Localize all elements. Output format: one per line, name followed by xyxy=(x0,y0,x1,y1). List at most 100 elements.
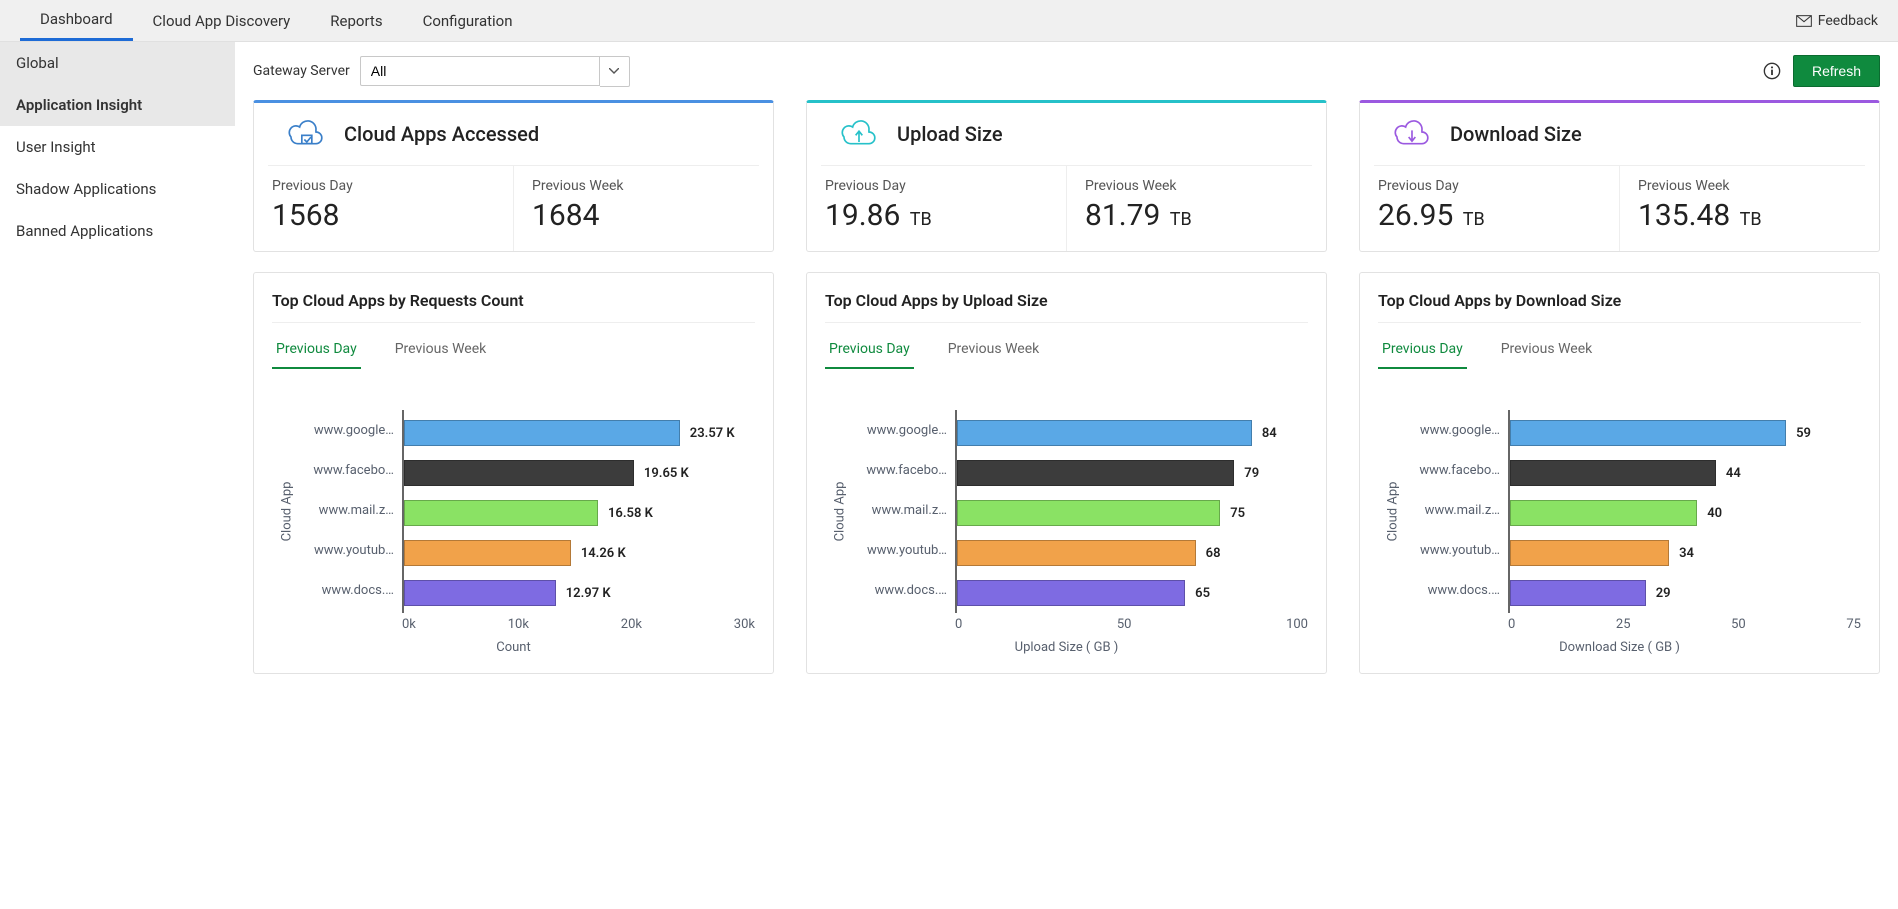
sidebar-item-banned-applications[interactable]: Banned Applications xyxy=(0,210,235,252)
chart-title: Top Cloud Apps by Requests Count xyxy=(272,291,755,323)
stat-value: 135.48 TB xyxy=(1638,198,1861,233)
sidebar-item-application-insight[interactable]: Application Insight xyxy=(0,84,235,126)
bar-row: 79 xyxy=(957,453,1308,493)
tick: 0k xyxy=(402,617,416,632)
bar[interactable] xyxy=(957,460,1234,486)
bar-value: 23.57 K xyxy=(690,426,735,441)
stat-card-title: Cloud Apps Accessed xyxy=(344,122,539,146)
category-label: www.docs.… xyxy=(855,570,955,610)
ylabel-col: Cloud App xyxy=(272,410,302,613)
chart-tab-prev-week[interactable]: Previous Week xyxy=(391,331,491,369)
stat-card-header: Cloud Apps Accessed xyxy=(268,103,759,166)
chart-tab-prev-week[interactable]: Previous Week xyxy=(1497,331,1597,369)
gateway-server-input[interactable] xyxy=(360,56,600,86)
bar[interactable] xyxy=(1510,420,1786,446)
nav-reports[interactable]: Reports xyxy=(310,2,402,40)
toolbar-left: Gateway Server xyxy=(253,56,630,87)
stat-value: 81.79 TB xyxy=(1085,198,1308,233)
nav-configuration[interactable]: Configuration xyxy=(403,2,533,40)
category-label: www.youtub… xyxy=(855,530,955,570)
bar-row: 44 xyxy=(1510,453,1861,493)
bar-row: 65 xyxy=(957,573,1308,613)
ylabel-col: Cloud App xyxy=(825,410,855,613)
bar[interactable] xyxy=(404,460,634,486)
stat-label: Previous Week xyxy=(1085,178,1308,194)
xlabel: Download Size ( GB ) xyxy=(1378,640,1861,655)
stat-card-title: Download Size xyxy=(1450,122,1582,146)
bar-value: 34 xyxy=(1679,546,1694,561)
bar-row: 59 xyxy=(1510,413,1861,453)
feedback-link[interactable]: Feedback xyxy=(1796,13,1878,29)
gateway-server-select[interactable] xyxy=(360,56,630,87)
ticks: 0k10k20k30k xyxy=(402,617,755,632)
sidebar-item-user-insight[interactable]: User Insight xyxy=(0,126,235,168)
stat-card-1: Upload SizePrevious Day19.86 TBPrevious … xyxy=(806,100,1327,252)
bar-row: 40 xyxy=(1510,493,1861,533)
ylabel-col: Cloud App xyxy=(1378,410,1408,613)
bar-row: 23.57 K xyxy=(404,413,755,453)
bar-value: 40 xyxy=(1707,506,1722,521)
chart-tab-prev-day[interactable]: Previous Day xyxy=(825,331,914,369)
bar[interactable] xyxy=(404,500,598,526)
cloud-icon xyxy=(286,117,326,151)
xlabel: Count xyxy=(272,640,755,655)
chart-title: Top Cloud Apps by Download Size xyxy=(1378,291,1861,323)
ylabel: Cloud App xyxy=(1386,482,1401,542)
chart-tab-prev-day[interactable]: Previous Day xyxy=(1378,331,1467,369)
tick: 25 xyxy=(1616,617,1631,632)
stat-label: Previous Day xyxy=(272,178,495,194)
bar-value: 75 xyxy=(1230,506,1245,521)
chart-body: Cloud Appwww.google…www.facebo…www.mail.… xyxy=(272,410,755,613)
bar[interactable] xyxy=(404,580,556,606)
chart-cards-row: Top Cloud Apps by Requests Count Previous… xyxy=(253,272,1880,674)
bar[interactable] xyxy=(1510,460,1716,486)
bar-value: 68 xyxy=(1206,546,1221,561)
nav-dashboard[interactable]: Dashboard xyxy=(20,0,133,41)
category-label: www.mail.z… xyxy=(302,490,402,530)
category-label: www.google… xyxy=(302,410,402,450)
sidebar-item-global[interactable]: Global xyxy=(0,42,235,84)
category-label: www.google… xyxy=(1408,410,1508,450)
tick: 100 xyxy=(1286,617,1308,632)
top-nav-left: Dashboard Cloud App Discovery Reports Co… xyxy=(20,0,533,41)
stat-prev-week: Previous Week135.48 TB xyxy=(1619,166,1879,251)
feedback-label: Feedback xyxy=(1818,13,1878,29)
nav-cloud-app-discovery[interactable]: Cloud App Discovery xyxy=(133,2,311,40)
bar[interactable] xyxy=(957,500,1220,526)
bar-row: 19.65 K xyxy=(404,453,755,493)
stat-card-header: Download Size xyxy=(1374,103,1865,166)
bar-row: 14.26 K xyxy=(404,533,755,573)
bar[interactable] xyxy=(957,580,1185,606)
bar[interactable] xyxy=(1510,540,1669,566)
chart-tab-prev-day[interactable]: Previous Day xyxy=(272,331,361,369)
gateway-server-dropdown-button[interactable] xyxy=(600,56,630,87)
stat-value: 19.86 TB xyxy=(825,198,1048,233)
refresh-button[interactable]: Refresh xyxy=(1793,55,1880,87)
sidebar: Global Application Insight User Insight … xyxy=(0,42,235,724)
tick: 0 xyxy=(1508,617,1515,632)
chevron-down-icon xyxy=(609,68,619,74)
bar[interactable] xyxy=(1510,580,1646,606)
chart-body: Cloud Appwww.google…www.facebo…www.mail.… xyxy=(1378,410,1861,613)
chart-tab-prev-week[interactable]: Previous Week xyxy=(944,331,1044,369)
xaxis: 0255075 xyxy=(1378,617,1861,632)
bar[interactable] xyxy=(404,420,680,446)
stat-card-2: Download SizePrevious Day26.95 TBPreviou… xyxy=(1359,100,1880,252)
xlabel: Upload Size ( GB ) xyxy=(825,640,1308,655)
category-label: www.youtub… xyxy=(302,530,402,570)
sidebar-item-shadow-applications[interactable]: Shadow Applications xyxy=(0,168,235,210)
bar-row: 75 xyxy=(957,493,1308,533)
xaxis: 0k10k20k30k xyxy=(272,617,755,632)
bar[interactable] xyxy=(1510,500,1697,526)
chart-card-2: Top Cloud Apps by Download Size Previous … xyxy=(1359,272,1880,674)
bar-value: 16.58 K xyxy=(608,506,653,521)
chart-tabs: Previous Day Previous Week xyxy=(825,331,1308,370)
bar[interactable] xyxy=(404,540,571,566)
bar[interactable] xyxy=(957,420,1252,446)
bar-value: 84 xyxy=(1262,426,1277,441)
info-icon[interactable] xyxy=(1763,62,1781,80)
stat-value: 26.95 TB xyxy=(1378,198,1601,233)
tick: 75 xyxy=(1846,617,1861,632)
bar[interactable] xyxy=(957,540,1196,566)
toolbar-right: Refresh xyxy=(1763,55,1880,87)
